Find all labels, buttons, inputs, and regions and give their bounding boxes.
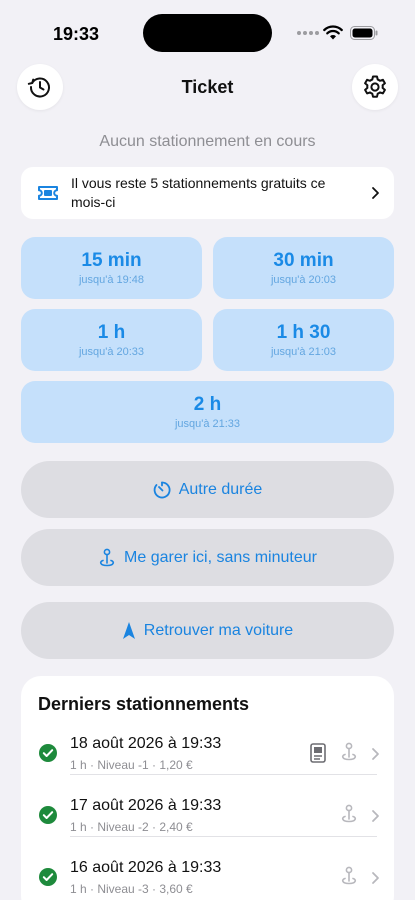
find-car-label: Retrouver ma voiture [143,621,294,639]
parking-pin-icon[interactable] [340,866,358,886]
chevron-right-icon [372,187,379,199]
duration-label: 15 min [81,250,142,271]
row-divider [70,836,377,837]
check-circle-icon [39,744,57,762]
duration-2h-button[interactable]: 2 h jusqu'à 21:33 [21,381,394,443]
chevron-right-icon [372,810,379,822]
recent-parking-row[interactable]: 18 août 2026 à 19:33 1 h · Niveau -1 · 1… [21,724,394,786]
duration-label: 2 h [193,394,222,415]
duration-end-time: jusqu'à 20:33 [78,346,145,358]
free-parkings-text: Il vous reste 5 stationnements gratuits … [71,175,326,210]
parking-pin-icon[interactable] [340,742,358,762]
ticket-icon [38,186,58,200]
other-duration-button[interactable]: Autre durée [21,461,394,518]
parking-date: 18 août 2026 à 19:33 [70,735,222,752]
other-duration-label: Autre durée [178,480,263,498]
duration-30min-button[interactable]: 30 min jusqu'à 20:03 [213,237,394,299]
battery-icon [350,26,378,40]
duration-label: 1 h 30 [276,322,331,343]
cellular-signal-icon [297,31,319,35]
find-car-button[interactable]: Retrouver ma voiture [21,602,394,659]
parking-details: 1 h · Niveau -3 · 3,60 € [70,882,193,896]
gear-icon [364,75,386,98]
duration-1h30-button[interactable]: 1 h 30 jusqu'à 21:03 [213,309,394,371]
parking-pin-icon [99,548,115,566]
duration-end-time: jusqu'à 21:03 [270,346,337,358]
parking-status-text: Aucun stationnement en cours [99,133,316,150]
status-time: 19:33 [53,24,100,44]
duration-15min-button[interactable]: 15 min jusqu'à 19:48 [21,237,202,299]
check-circle-icon [39,868,57,886]
duration-end-time: jusqu'à 19:48 [78,274,145,286]
compass-arrow-icon [122,621,135,639]
parking-date: 17 août 2026 à 19:33 [70,797,222,814]
check-circle-icon [39,806,57,824]
duration-label: 1 h [97,322,126,343]
recent-parking-row[interactable]: 16 août 2026 à 19:33 1 h · Niveau -3 · 3… [21,848,394,900]
wifi-icon [323,25,343,40]
recent-parking-row[interactable]: 17 août 2026 à 19:33 1 h · Niveau -2 · 2… [21,786,394,848]
duration-label: 30 min [273,250,334,271]
settings-button[interactable] [352,64,398,110]
parking-details: 1 h · Niveau -2 · 2,40 € [70,820,193,834]
dynamic-island [143,14,272,52]
status-bar: 19:33 [0,0,415,60]
row-divider [70,774,377,775]
duration-1h-button[interactable]: 1 h jusqu'à 20:33 [21,309,202,371]
timer-icon [153,481,171,498]
recent-parkings-title: Derniers stationnements [38,694,250,714]
chevron-right-icon [372,748,379,760]
parking-pin-icon[interactable] [340,804,358,824]
parking-details: 1 h · Niveau -1 · 1,20 € [70,758,193,772]
duration-end-time: jusqu'à 20:03 [270,274,337,286]
chevron-right-icon [372,872,379,884]
duration-end-time: jusqu'à 21:33 [174,418,241,430]
park-here-label: Me garer ici, sans minuteur [124,548,317,566]
park-here-button[interactable]: Me garer ici, sans minuteur [21,529,394,586]
free-parkings-banner[interactable]: Il vous reste 5 stationnements gratuits … [21,167,394,219]
receipt-icon[interactable] [310,743,326,763]
parking-date: 16 août 2026 à 19:33 [70,859,222,876]
recent-parkings-card: Derniers stationnements 18 août 2026 à 1… [21,676,394,900]
